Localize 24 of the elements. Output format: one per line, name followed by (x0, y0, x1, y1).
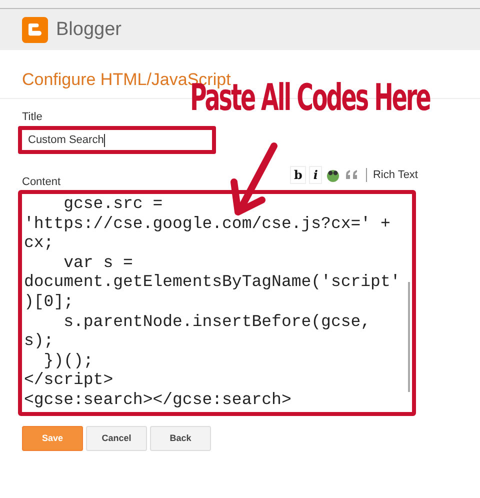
scrollbar[interactable] (408, 282, 410, 392)
action-button[interactable]: Cancel (86, 426, 147, 451)
action-button[interactable]: Back (150, 426, 211, 451)
code-line: var s = (62, 252, 134, 272)
bold-button[interactable]: b (290, 166, 306, 184)
emoticon-icon[interactable] (324, 167, 341, 183)
code-line: gcse.src = (62, 194, 164, 214)
code-line: </script> (24, 370, 114, 390)
code-line: s.parentNode.insertBefore(gcse, (62, 312, 372, 332)
code-line: 'https://cse.google.com/cse.js?cx=' + (24, 214, 392, 234)
code-text-area[interactable]: gcse.src = 'https://cse.google.com/cse.js?cx=' + cx; var s = document.getElementsByTagName('script' )[0]; s.parentNode.insertBefore(gcse, s); })(); </script> <gcse:search></gcse:search> (18, 190, 416, 416)
code-line: cx; (24, 233, 55, 253)
code-line: s); (24, 331, 55, 351)
field-label: Title (22, 111, 44, 123)
blogger-logo-icon (22, 16, 48, 42)
brand-name: Blogger (56, 18, 122, 40)
rich-text-link[interactable]: Rich Text (372, 169, 418, 181)
italic-button[interactable]: i (309, 166, 322, 184)
code-line: <gcse:search></gcse:search> (24, 390, 292, 410)
code-line: document.getElementsByTagName('script' (24, 272, 402, 292)
title-input-field[interactable]: Custom Search (18, 126, 216, 154)
field-label: Content (22, 176, 61, 188)
code-line: })(); (42, 350, 94, 370)
code-line: )[0]; (24, 292, 75, 312)
